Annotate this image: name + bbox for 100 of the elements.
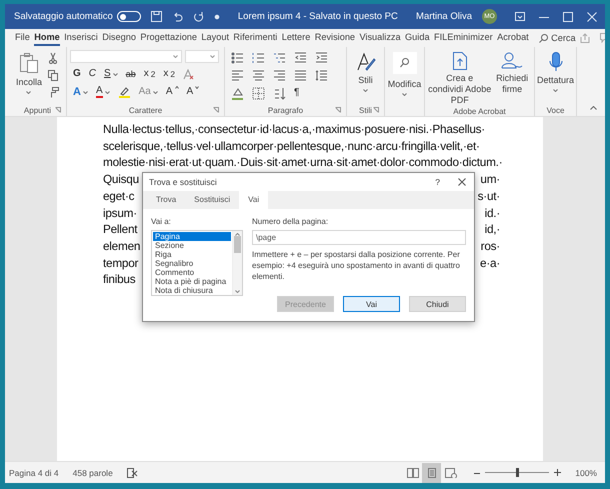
copy-icon[interactable] [48,70,59,81]
caret-icon[interactable] [210,55,215,58]
bold-button[interactable]: G [73,68,81,80]
bullets-button[interactable] [231,50,244,64]
align-left-button[interactable] [231,68,244,82]
dialog-launcher-icon[interactable] [213,107,219,113]
paste-button[interactable]: Incolla [16,50,42,104]
shrink-font-button[interactable]: A [186,86,200,98]
shading-button[interactable] [231,86,244,100]
font-size-field[interactable] [185,50,219,63]
clear-formatting-icon[interactable] [182,68,195,80]
autosave-toggle[interactable] [116,11,141,22]
create-pdf-button[interactable]: Crea e condividi Adobe PDF [428,50,492,106]
format-painter-icon[interactable] [48,87,59,98]
strikethrough-button[interactable]: ab [126,68,136,80]
page-count[interactable]: Pagina 4 di 4 [9,468,59,478]
caret-icon[interactable] [152,90,158,94]
menu-tab[interactable]: File [15,30,30,46]
list-item[interactable]: Riga [153,250,231,259]
list-item[interactable]: Segnalibro [153,259,231,268]
styles-button[interactable]: Stili [356,50,376,104]
list-item[interactable]: Nota a piè di pagina [153,277,231,286]
caret-icon[interactable] [26,91,32,94]
menu-tab[interactable]: Revisione [314,30,356,46]
caret-icon[interactable] [402,93,407,96]
list-item[interactable]: Commento [153,268,231,277]
caret-icon[interactable] [173,55,178,58]
decrease-indent-button[interactable] [294,50,307,64]
proofing-icon[interactable] [126,468,138,478]
font-color-button[interactable]: A [96,86,110,98]
print-layout-button[interactable] [422,462,442,482]
caret-icon[interactable] [104,90,110,94]
ribbon-display-icon[interactable] [515,12,525,21]
caret-icon[interactable] [363,89,368,92]
multilevel-list-button[interactable] [273,50,286,64]
italic-button[interactable]: C [88,68,96,80]
menu-tab[interactable]: Visualizza [359,30,401,46]
menu-tab[interactable]: Inserisci [64,30,98,46]
user-name[interactable]: Martina Oliva [416,11,472,22]
dialog-tab[interactable]: Sostituisci [185,191,240,209]
caret-up-icon [174,86,179,89]
dictate-button[interactable]: Dettatura [536,50,574,104]
borders-button[interactable] [252,86,265,100]
scrollbar-thumb[interactable] [234,236,241,253]
zoom-level[interactable]: 100% [575,468,597,478]
zoom-thumb[interactable] [516,468,519,477]
align-right-button[interactable] [273,68,286,82]
scroll-down-icon[interactable] [235,290,240,293]
goto-list[interactable]: Pagina Sezione Riga Segnalibro Commento Nota a piè di pagina Nota di chiusura [151,230,243,296]
list-item[interactable]: Pagina [153,232,231,241]
dialog-launcher-icon[interactable] [335,107,341,113]
menu-tab[interactable]: Acrobat [497,30,529,46]
show-formatting-button[interactable]: ¶ [294,87,300,99]
close-icon[interactable] [458,178,466,186]
increase-indent-button[interactable] [315,50,328,64]
cut-icon[interactable] [48,52,58,64]
menu-tab[interactable]: Disegno [102,30,136,46]
text-effects-button[interactable]: A [73,86,88,98]
menu-tab[interactable]: FILEminimizer [434,30,493,46]
collapse-ribbon-icon[interactable] [590,106,597,110]
underline-button[interactable]: S [104,68,118,80]
highlighter-icon[interactable] [118,86,131,98]
dialog-tab[interactable]: Vai [239,191,268,209]
word-count[interactable]: 458 parole [72,468,113,478]
justify-button[interactable] [294,68,307,82]
caret-icon[interactable] [553,89,558,92]
line-spacing-button[interactable] [315,68,328,82]
help-button[interactable]: ? [435,177,440,187]
dialog-button[interactable]: Vai [343,296,400,312]
menu-tab[interactable]: Lettere [282,30,310,46]
align-center-button[interactable] [252,68,265,82]
scroll-up-icon[interactable] [235,233,240,236]
dialog-tab[interactable]: Trova [147,191,186,209]
save-icon[interactable] [150,11,162,22]
dialog-button[interactable]: Chiudi [409,296,466,312]
undo-icon[interactable] [172,11,183,22]
request-signatures-button[interactable]: Richiedi firme [493,50,531,106]
grow-font-button[interactable]: A [166,86,179,98]
numbering-button[interactable] [252,50,265,64]
editing-button[interactable]: Modifica [388,50,422,104]
font-name-field[interactable] [70,50,182,63]
list-item[interactable]: Nota di chiusura [153,286,231,295]
maximize-icon[interactable] [563,12,573,22]
search-icon[interactable] [539,34,548,42]
zoom-in-icon[interactable] [554,469,562,476]
customize-icon[interactable] [214,14,220,20]
search-label[interactable]: Cerca [551,33,576,43]
redo-icon[interactable] [192,11,204,22]
menu-tab[interactable]: Progettazione [140,30,198,46]
menu-tab[interactable]: Riferimenti [233,30,278,46]
sort-button[interactable] [273,86,286,100]
caret-icon[interactable] [112,72,118,76]
menu-tab[interactable]: Guida [405,30,430,46]
page-number-field[interactable]: \page [252,230,466,245]
increase-indent-icon [315,50,328,64]
dialog-launcher-icon[interactable] [55,107,61,113]
caret-icon[interactable] [82,90,88,94]
dialog-launcher-icon[interactable] [373,107,379,113]
list-item[interactable]: Sezione [153,241,231,250]
menu-tab[interactable]: Layout [201,30,230,46]
